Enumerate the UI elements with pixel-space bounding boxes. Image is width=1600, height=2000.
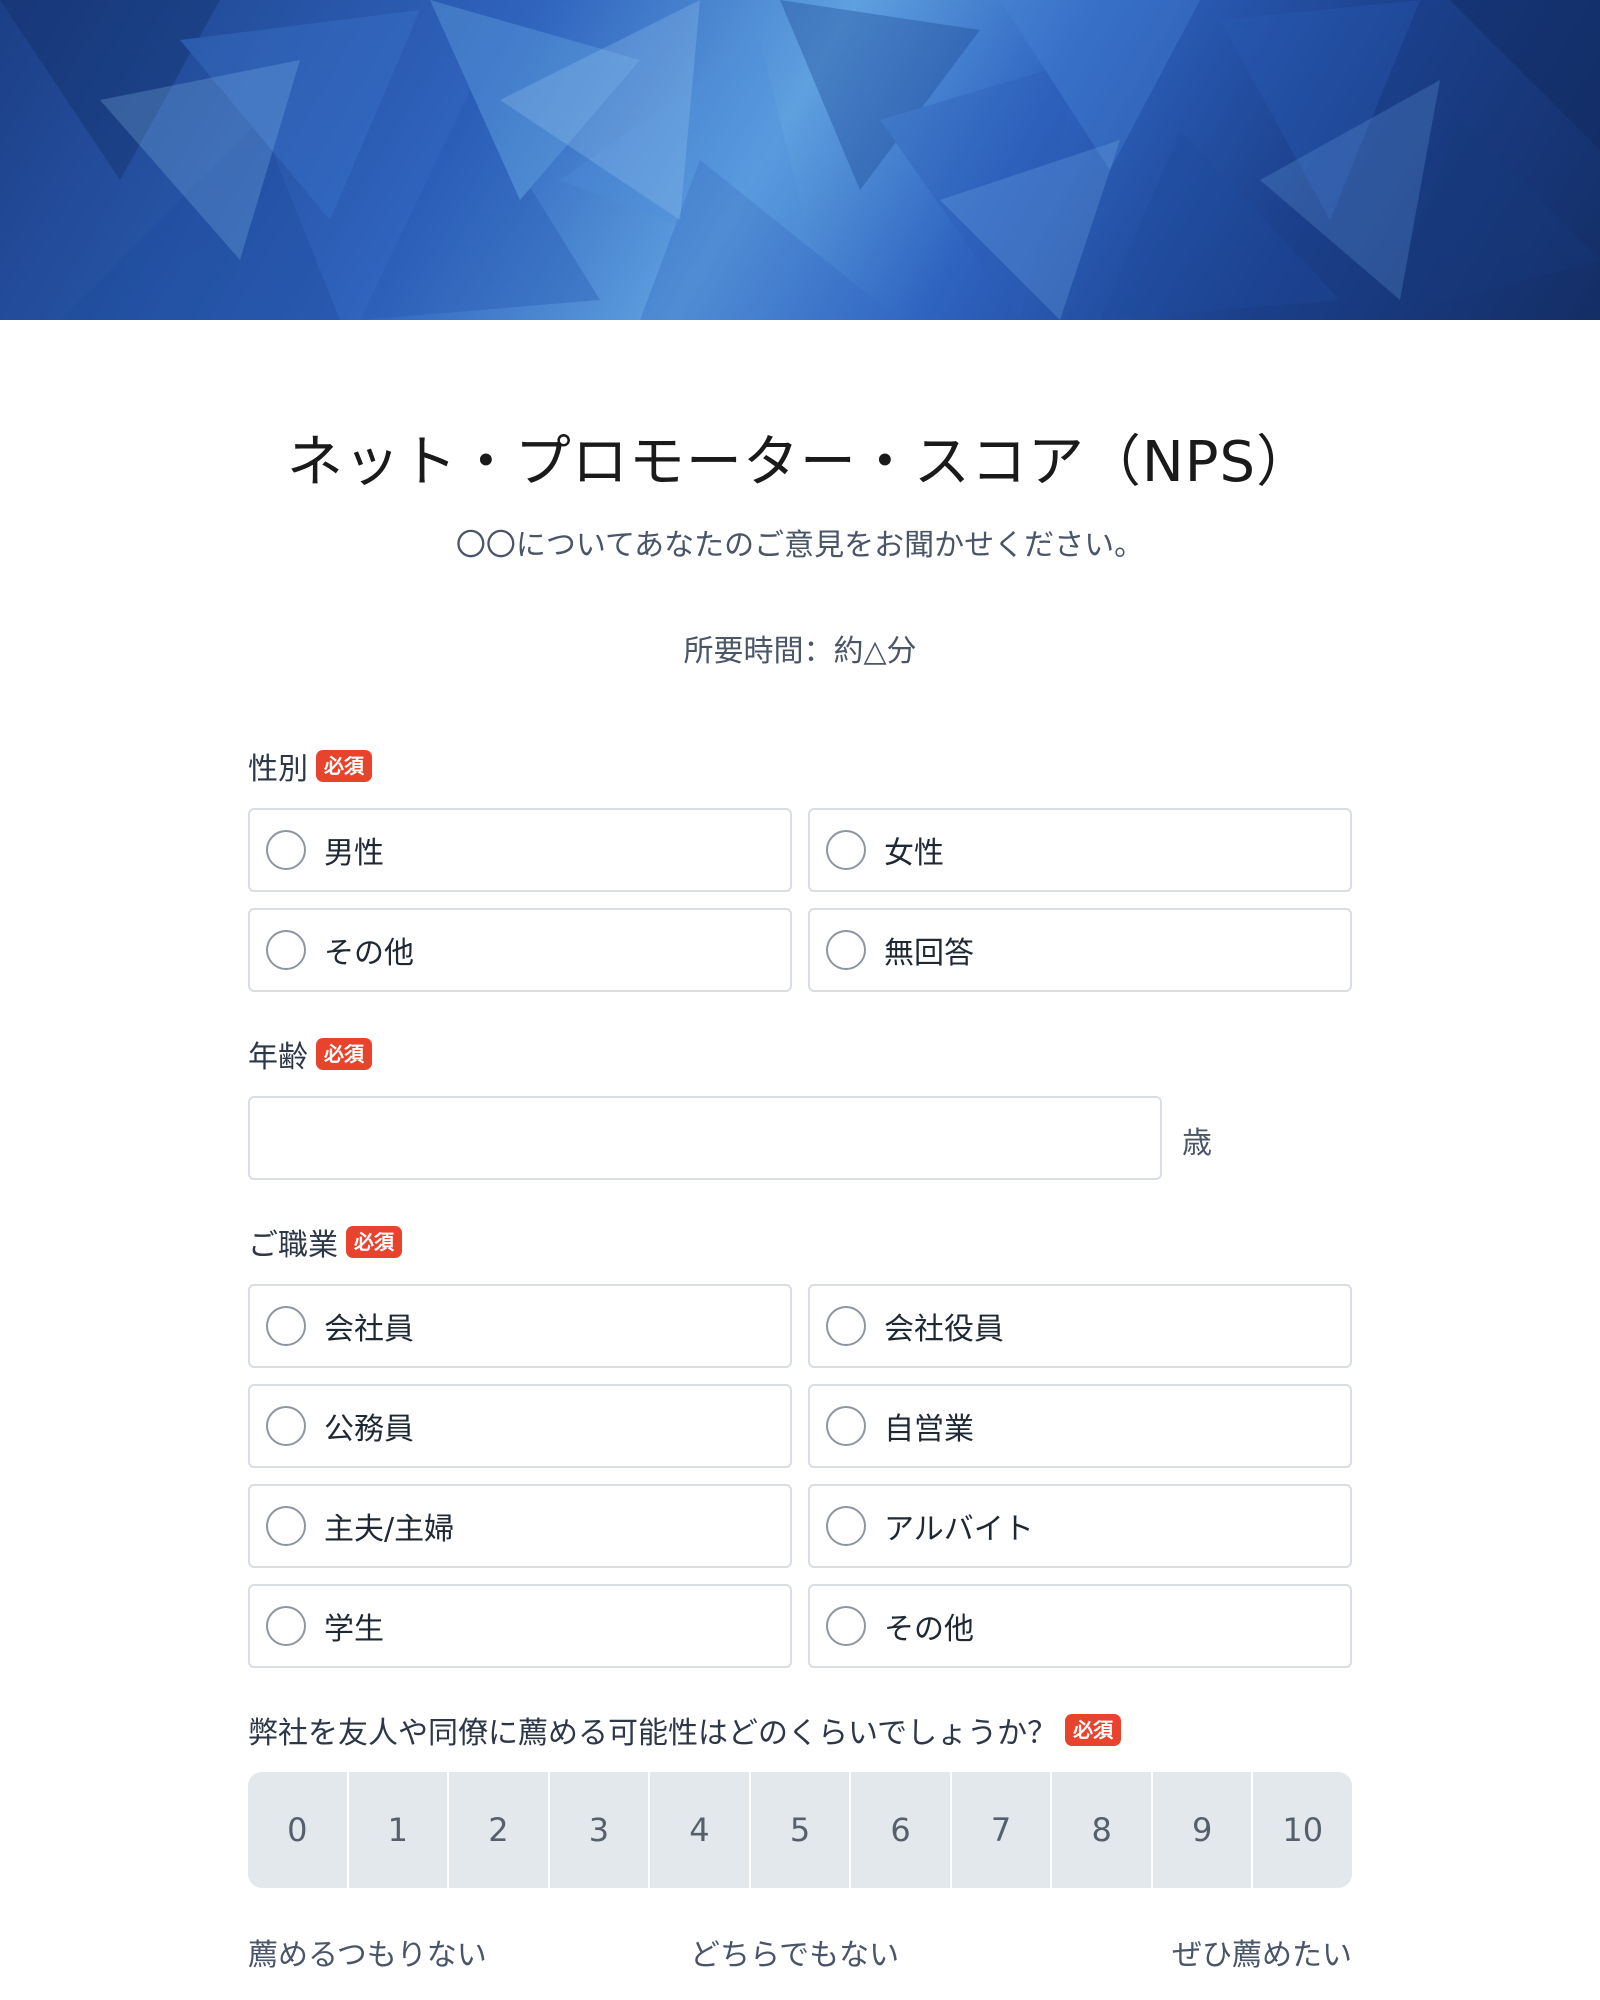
gender-option-no-answer[interactable]: 無回答: [808, 908, 1352, 992]
scale-anchor-mid: どちらでもない: [690, 1938, 900, 1973]
nps-option-5[interactable]: 5: [750, 1772, 852, 1888]
required-badge: 必須: [1065, 1714, 1122, 1746]
question-occupation-text: ご職業: [248, 1228, 338, 1263]
option-label: アルバイト: [884, 1512, 1034, 1547]
radio-button[interactable]: [266, 1606, 306, 1646]
required-badge: 必須: [316, 1038, 372, 1070]
nps-rating-scale: 0 1 2 3 4 5 6 7 8 9 10: [248, 1772, 1352, 1888]
question-recommend-label: 弊社を友人や同僚に薦める可能性はどのくらいでしょうか？ 必須: [248, 1708, 1122, 1752]
nps-option-9[interactable]: 9: [1152, 1772, 1254, 1888]
question-gender-label: 性別 必須: [248, 744, 372, 788]
radio-button[interactable]: [826, 1606, 866, 1646]
question-gender-text: 性別: [248, 752, 308, 787]
option-label: 自営業: [884, 1412, 974, 1447]
radio-button[interactable]: [266, 930, 306, 970]
scale-anchor-high: ぜひ薦めたい: [1172, 1938, 1352, 1973]
occupation-option-employee[interactable]: 会社員: [248, 1284, 792, 1368]
nps-option-1[interactable]: 1: [348, 1772, 450, 1888]
required-badge: 必須: [316, 750, 372, 782]
form-description: 〇〇についてあなたのご意見をお聞かせください。: [455, 528, 1145, 563]
gender-option-other[interactable]: その他: [248, 908, 792, 992]
gender-option-male[interactable]: 男性: [248, 808, 792, 892]
survey-page: ネット・プロモーター・スコア（NPS） 〇〇についてあなたのご意見をお聞かせくだ…: [0, 0, 1600, 2000]
question-occupation-label: ご職業 必須: [248, 1220, 402, 1264]
occupation-option-part-time[interactable]: アルバイト: [808, 1484, 1352, 1568]
banner-polygon-pattern: [0, 0, 1600, 320]
option-label: 会社員: [324, 1312, 414, 1347]
radio-button[interactable]: [266, 830, 306, 870]
option-label: 主夫/主婦: [324, 1512, 455, 1547]
option-label: 女性: [884, 836, 944, 871]
scale-anchor-low: 薦めるつもりない: [248, 1938, 487, 1973]
gender-option-female[interactable]: 女性: [808, 808, 1352, 892]
occupation-option-civil-servant[interactable]: 公務員: [248, 1384, 792, 1468]
radio-button[interactable]: [266, 1306, 306, 1346]
nps-option-7[interactable]: 7: [951, 1772, 1053, 1888]
header-banner-image: [0, 0, 1600, 320]
form-duration: 所要時間：約△分: [683, 634, 917, 669]
occupation-option-homemaker[interactable]: 主夫/主婦: [248, 1484, 792, 1568]
radio-button[interactable]: [266, 1406, 306, 1446]
occupation-option-student[interactable]: 学生: [248, 1584, 792, 1668]
occupation-option-self-employed[interactable]: 自営業: [808, 1384, 1352, 1468]
question-age-label: 年齢 必須: [248, 1032, 372, 1076]
occupation-option-executive[interactable]: 会社役員: [808, 1284, 1352, 1368]
age-unit-label: 歳: [1182, 1126, 1212, 1161]
radio-button[interactable]: [826, 930, 866, 970]
nps-option-0[interactable]: 0: [248, 1772, 349, 1888]
radio-button[interactable]: [826, 1406, 866, 1446]
option-label: 男性: [324, 836, 384, 871]
option-label: 公務員: [324, 1412, 414, 1447]
occupation-option-other[interactable]: その他: [808, 1584, 1352, 1668]
nps-option-6[interactable]: 6: [851, 1772, 952, 1888]
required-badge: 必須: [346, 1226, 402, 1258]
age-input[interactable]: [248, 1096, 1162, 1180]
nps-option-3[interactable]: 3: [549, 1772, 651, 1888]
radio-button[interactable]: [266, 1506, 306, 1546]
option-label: 無回答: [884, 936, 974, 971]
question-age-text: 年齢: [248, 1040, 308, 1075]
question-recommend-text: 弊社を友人や同僚に薦める可能性はどのくらいでしょうか？: [248, 1716, 1058, 1751]
nps-option-10[interactable]: 10: [1253, 1772, 1352, 1888]
radio-button[interactable]: [826, 1306, 866, 1346]
option-label: その他: [884, 1612, 974, 1647]
radio-button[interactable]: [826, 1506, 866, 1546]
nps-option-4[interactable]: 4: [650, 1772, 751, 1888]
option-label: 会社役員: [884, 1312, 1004, 1347]
form-title: ネット・プロモーター・スコア（NPS）: [286, 430, 1314, 495]
radio-button[interactable]: [826, 830, 866, 870]
nps-option-8[interactable]: 8: [1052, 1772, 1153, 1888]
option-label: その他: [324, 936, 414, 971]
option-label: 学生: [324, 1612, 384, 1647]
nps-option-2[interactable]: 2: [449, 1772, 550, 1888]
